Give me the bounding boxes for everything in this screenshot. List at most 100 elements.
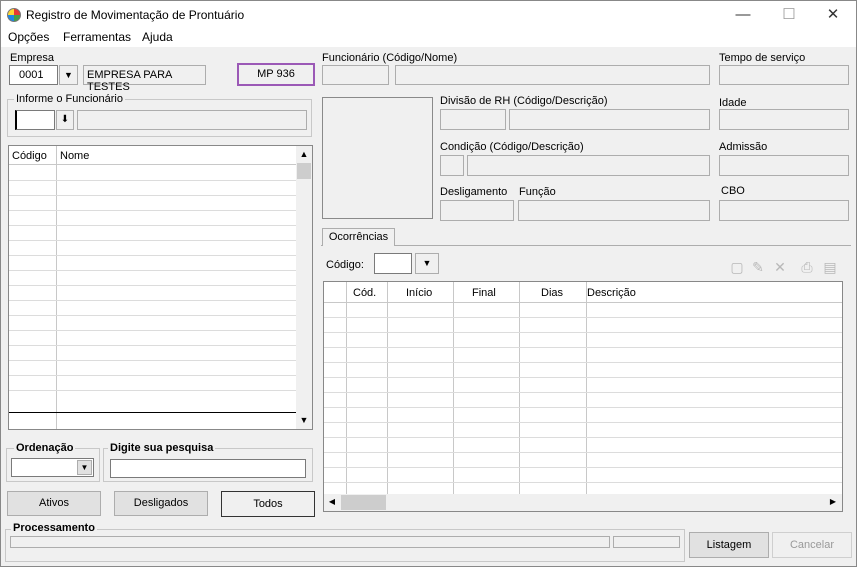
table-row[interactable]	[9, 345, 312, 346]
table-row[interactable]	[324, 452, 842, 453]
table-row[interactable]	[9, 210, 312, 211]
col-header-nome[interactable]: Nome	[60, 150, 89, 162]
column-divider	[56, 146, 57, 429]
cancelar-button[interactable]: Cancelar	[772, 532, 852, 558]
todos-button[interactable]: Todos	[221, 491, 315, 517]
table-row[interactable]	[324, 407, 842, 408]
scroll-thumb[interactable]	[341, 495, 386, 510]
vertical-scrollbar[interactable]: ▲ ▼	[296, 146, 312, 429]
table-row[interactable]	[9, 225, 312, 226]
close-button[interactable]: ✕	[810, 1, 856, 29]
table-row[interactable]	[9, 330, 312, 331]
search-input[interactable]	[110, 459, 306, 478]
scroll-left-icon[interactable]: ◀	[324, 494, 340, 510]
table-row[interactable]	[9, 390, 312, 391]
divisao-desc-field	[509, 109, 710, 130]
minimize-button[interactable]: —	[720, 1, 766, 29]
table-row[interactable]	[324, 392, 842, 393]
maximize-button[interactable]: ☐	[766, 1, 812, 29]
window-title: Registro de Movimentação de Prontuário	[26, 8, 245, 22]
occurrences-grid[interactable]: Cód. Início Final Dias Descrição ◀ ▶	[323, 281, 843, 512]
table-row[interactable]	[324, 377, 842, 378]
col-header-codigo[interactable]: Código	[12, 150, 47, 162]
condicao-label: Condição (Código/Descrição)	[440, 141, 584, 153]
menu-opcoes[interactable]: Opções	[8, 30, 49, 44]
funcionario-name-field	[395, 65, 710, 85]
informe-code-input[interactable]	[15, 110, 55, 130]
pesquisa-label: Digite sua pesquisa	[108, 442, 216, 454]
ordenacao-select[interactable]: ▼	[11, 458, 94, 477]
idade-field	[719, 109, 849, 130]
scroll-up-icon[interactable]: ▲	[296, 146, 312, 162]
table-row[interactable]	[9, 195, 312, 196]
menu-ajuda[interactable]: Ajuda	[142, 30, 173, 44]
col-header-inicio[interactable]: Início	[406, 287, 432, 299]
informe-name-field	[77, 110, 307, 130]
condicao-desc-field	[467, 155, 710, 176]
table-row[interactable]	[9, 300, 312, 301]
funcao-label: Função	[519, 186, 556, 198]
employee-photo	[322, 97, 433, 219]
employee-grid[interactable]: Código Nome ▲ ▼	[8, 145, 313, 430]
table-row[interactable]	[324, 317, 842, 318]
app-icon	[7, 8, 21, 22]
ordenacao-label: Ordenação	[14, 442, 76, 454]
table-row[interactable]	[9, 255, 312, 256]
export-icon[interactable]: ▤	[822, 259, 838, 275]
idade-label: Idade	[719, 97, 747, 109]
printer-icon[interactable]: ⎙	[799, 259, 815, 275]
admissao-field	[719, 155, 849, 176]
desligados-button[interactable]: Desligados	[114, 491, 208, 516]
ativos-button[interactable]: Ativos	[7, 491, 101, 516]
table-row[interactable]	[9, 315, 312, 316]
scroll-down-icon[interactable]: ▼	[296, 412, 312, 428]
table-row[interactable]	[9, 285, 312, 286]
table-row[interactable]	[324, 332, 842, 333]
chevron-down-icon: ▼	[422, 258, 432, 268]
pencil-icon[interactable]: ✎	[750, 259, 766, 275]
table-row[interactable]	[9, 375, 312, 376]
empresa-code-field[interactable]: 0001	[9, 65, 58, 85]
table-row[interactable]	[324, 482, 842, 483]
table-row[interactable]	[9, 360, 312, 361]
informe-label: Informe o Funcionário	[14, 93, 125, 105]
cbo-label: CBO	[721, 185, 745, 197]
table-row[interactable]	[9, 240, 312, 241]
table-row[interactable]	[324, 467, 842, 468]
funcionario-label: Funcionário (Código/Nome)	[322, 52, 458, 64]
download-arrow-icon: ⬇	[60, 114, 70, 125]
title-bar: Registro de Movimentação de Prontuário —…	[1, 1, 856, 29]
informe-lookup-button[interactable]: ⬇	[56, 110, 74, 130]
empresa-dropdown-button[interactable]: ▼	[59, 65, 78, 85]
col-header-final[interactable]: Final	[472, 287, 496, 299]
empresa-name-field: EMPRESA PARA TESTES	[83, 65, 206, 93]
menu-bar: Opções Ferramentas Ajuda	[1, 29, 856, 47]
col-header-dias[interactable]: Dias	[541, 287, 563, 299]
col-header-cod[interactable]: Cód.	[353, 287, 376, 299]
horizontal-scrollbar[interactable]: ◀ ▶	[324, 494, 842, 511]
col-header-descricao[interactable]: Descrição	[587, 287, 636, 299]
table-row[interactable]	[324, 347, 842, 348]
tab-ocorrencias[interactable]: Ocorrências	[322, 228, 395, 246]
new-document-icon[interactable]: ▢	[729, 259, 745, 275]
scroll-thumb[interactable]	[297, 163, 311, 179]
chevron-down-icon[interactable]: ▼	[77, 460, 92, 475]
tab-line	[321, 245, 851, 246]
listagem-button[interactable]: Listagem	[689, 532, 769, 558]
funcionario-code-field	[322, 65, 389, 85]
menu-ferramentas[interactable]: Ferramentas	[63, 30, 131, 44]
desligamento-label: Desligamento	[440, 186, 508, 198]
condicao-code-field	[440, 155, 464, 176]
table-row[interactable]	[9, 270, 312, 271]
table-row[interactable]	[324, 437, 842, 438]
divisao-label: Divisão de RH (Código/Descrição)	[440, 95, 608, 107]
scroll-right-icon[interactable]: ▶	[825, 494, 841, 510]
x-icon[interactable]: ✕	[772, 259, 788, 275]
chevron-down-icon: ▼	[64, 70, 73, 80]
table-row[interactable]	[9, 180, 312, 181]
table-row[interactable]	[324, 362, 842, 363]
codigo-input[interactable]	[374, 253, 412, 274]
codigo-dropdown-button[interactable]: ▼	[415, 253, 439, 274]
cbo-field	[719, 200, 849, 221]
table-row[interactable]	[324, 422, 842, 423]
